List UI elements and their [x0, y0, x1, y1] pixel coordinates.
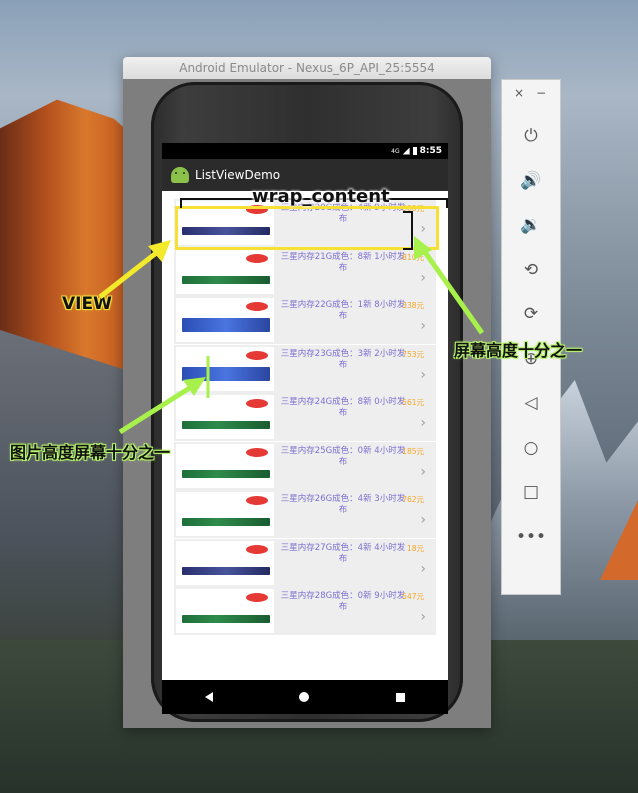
image-height-arrow [118, 356, 210, 435]
annotation-arrows [98, 236, 485, 435]
view-arrow [98, 240, 171, 299]
screen-height-arrow [414, 236, 485, 335]
